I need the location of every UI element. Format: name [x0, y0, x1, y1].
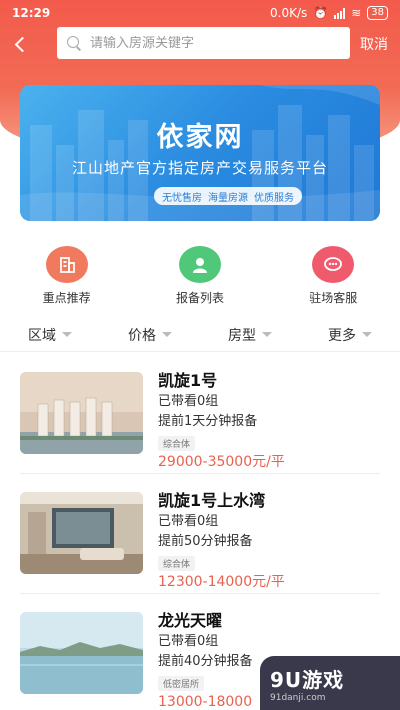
site-watermark: 9U游戏 91danji.com	[260, 656, 400, 710]
filter-bar: 区域 价格 房型 更多	[0, 318, 400, 352]
watermark-url: 91danji.com	[270, 692, 326, 703]
back-arrow-icon	[14, 36, 30, 52]
banner-subtitle: 江山地产官方指定房产交易服务平台	[71, 159, 328, 177]
search-input[interactable]	[90, 35, 330, 51]
quick-actions: 重点推荐 报备列表 驻场客服	[0, 246, 400, 306]
quick-action-label: 报备列表	[175, 291, 224, 305]
filter-price[interactable]: 价格	[128, 318, 172, 351]
dropdown-arrow-icon	[62, 332, 72, 337]
listing-price: 29000-35000元/平	[158, 454, 285, 470]
network-speed: 0.0K/s	[270, 6, 308, 20]
listing-name: 凯旋1号	[158, 371, 218, 390]
building-icon	[45, 246, 88, 283]
listing-type-tag: 综合体	[158, 436, 196, 451]
quick-action-report-list[interactable]: 报备列表	[140, 246, 260, 306]
dropdown-arrow-icon	[262, 332, 272, 337]
wifi-icon: ≋	[351, 6, 362, 20]
alarm-icon: ⏰	[313, 6, 329, 20]
listing-name: 龙光天曜	[158, 611, 223, 630]
listing-price: 12300-14000元/平	[158, 574, 285, 590]
listing-type-tag: 综合体	[158, 556, 196, 571]
filter-label: 价格	[128, 327, 156, 344]
listing-report-advance: 提前50分钟报备	[158, 534, 253, 549]
search-box[interactable]	[57, 27, 350, 59]
listing-report-advance: 提前1天分钟报备	[158, 414, 258, 429]
signal-icon	[334, 7, 346, 19]
divider	[20, 593, 380, 594]
listing-image	[20, 612, 143, 694]
promo-banner[interactable]: 依家网 江山地产官方指定房产交易服务平台 无忧售房 海量房源 优质服务	[20, 85, 380, 221]
listing-info: 凯旋1号 已带看0组 提前1天分钟报备 综合体 29000-35000元/平	[158, 370, 388, 473]
filter-district[interactable]: 区域	[28, 318, 72, 351]
user-icon	[178, 246, 221, 283]
quick-action-label: 重点推荐	[42, 291, 91, 305]
listing-item[interactable]: 凯旋1号上水湾 已带看0组 提前50分钟报备 综合体 12300-14000元/…	[0, 480, 400, 600]
listing-item[interactable]: 凯旋1号 已带看0组 提前1天分钟报备 综合体 29000-35000元/平	[0, 360, 400, 480]
listing-info: 凯旋1号上水湾 已带看0组 提前50分钟报备 综合体 12300-14000元/…	[158, 490, 388, 593]
divider	[20, 473, 380, 474]
banner-tags: 无忧售房 海量房源 优质服务	[154, 187, 302, 205]
filter-label: 区域	[28, 327, 56, 344]
dropdown-arrow-icon	[362, 332, 372, 337]
banner-title: 依家网	[156, 122, 244, 153]
listing-viewed-count: 已带看0组	[158, 634, 219, 649]
banner-tag: 优质服务	[254, 192, 294, 204]
listing-type-tag: 低密居所	[158, 676, 205, 691]
watermark-logo: 9U游戏	[270, 667, 345, 692]
search-icon	[67, 35, 82, 51]
banner-tag: 无忧售房	[162, 192, 202, 204]
status-bar: 12:29 0.0K/s ⏰ ≋ 38	[0, 0, 400, 26]
listing-image	[20, 372, 143, 454]
listing-name: 凯旋1号上水湾	[158, 491, 266, 510]
cancel-button[interactable]: 取消	[360, 34, 388, 54]
battery-icon: 38	[367, 6, 388, 20]
filter-label: 房型	[228, 327, 256, 344]
quick-action-recommend[interactable]: 重点推荐	[7, 246, 127, 306]
filter-label: 更多	[328, 327, 356, 344]
listing-viewed-count: 已带看0组	[158, 514, 219, 529]
back-button[interactable]	[0, 26, 40, 62]
chat-icon	[312, 246, 355, 283]
status-icons: 0.0K/s ⏰ ≋ 38	[270, 6, 388, 20]
quick-action-label: 驻场客服	[309, 291, 358, 305]
listing-image	[20, 492, 143, 574]
listing-viewed-count: 已带看0组	[158, 394, 219, 409]
filter-more[interactable]: 更多	[328, 318, 372, 351]
filter-layout[interactable]: 房型	[228, 318, 272, 351]
status-time: 12:29	[12, 6, 51, 20]
quick-action-onsite-service[interactable]: 驻场客服	[273, 246, 393, 306]
dropdown-arrow-icon	[162, 332, 172, 337]
search-nav: 取消	[0, 26, 400, 62]
banner-tag: 海量房源	[208, 192, 248, 204]
